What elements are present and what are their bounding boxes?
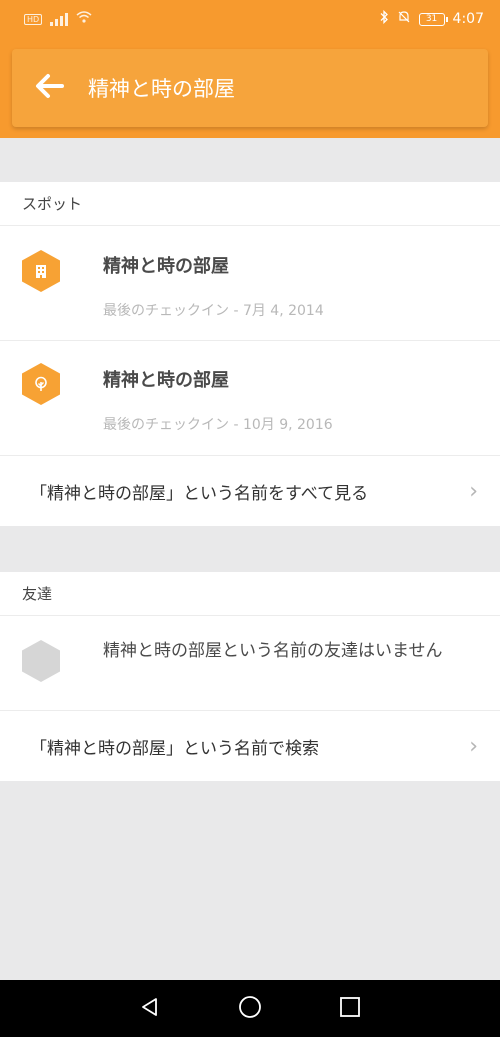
- wifi-icon: [76, 11, 92, 27]
- back-arrow-icon: [35, 73, 65, 103]
- status-right: 31 4:07: [379, 9, 484, 28]
- see-all-spots-label: 「精神と時の部屋」という名前をすべて見る: [30, 483, 369, 504]
- bluetooth-icon: [379, 9, 389, 28]
- back-triangle-icon[interactable]: [139, 996, 161, 1022]
- navigation-bar: [0, 980, 500, 1037]
- search-by-name-label: 「精神と時の部屋」という名前で検索: [30, 738, 319, 759]
- status-left: HD: [24, 11, 92, 27]
- spot-item[interactable]: 精神と時の部屋 最後のチェックイン - 10月 9, 2016: [0, 341, 500, 456]
- friends-empty-message: 精神と時の部屋という名前の友達はいません: [103, 641, 443, 661]
- friends-empty-row: 精神と時の部屋という名前の友達はいません: [0, 616, 500, 711]
- friend-placeholder-icon: [22, 640, 60, 682]
- spot-name: 精神と時の部屋: [103, 370, 229, 391]
- hd-icon: HD: [24, 13, 43, 25]
- friends-section: 友達 精神と時の部屋という名前の友達はいません 「精神と時の部屋」という名前で検…: [0, 572, 500, 781]
- back-button[interactable]: [12, 49, 88, 127]
- mute-bell-icon: [397, 10, 411, 28]
- toolbar: 精神と時の部屋: [12, 49, 488, 127]
- tree-icon: [22, 363, 60, 405]
- building-icon: [22, 250, 60, 292]
- chevron-right-icon: ›: [469, 478, 478, 504]
- friends-section-header: 友達: [0, 572, 500, 616]
- battery-icon: 31: [418, 12, 448, 26]
- status-bar: HD 31 4:07: [0, 0, 500, 38]
- spot-last-checkin: 最後のチェックイン - 10月 9, 2016: [103, 417, 333, 433]
- spot-name: 精神と時の部屋: [103, 256, 229, 277]
- see-all-spots-link[interactable]: 「精神と時の部屋」という名前をすべて見る ›: [0, 456, 500, 526]
- chevron-right-icon: ›: [469, 733, 478, 759]
- signal-icon: [50, 12, 69, 26]
- clock-time: 4:07: [452, 11, 484, 27]
- spots-section: スポット 精神と時の部屋 最後のチェックイン - 7月 4, 2014 精神と時…: [0, 182, 500, 526]
- home-circle-icon[interactable]: [238, 995, 262, 1023]
- recent-apps-square-icon[interactable]: [339, 996, 361, 1022]
- search-by-name-link[interactable]: 「精神と時の部屋」という名前で検索 ›: [0, 711, 500, 781]
- page-title: 精神と時の部屋: [88, 77, 235, 101]
- spot-item[interactable]: 精神と時の部屋 最後のチェックイン - 7月 4, 2014: [0, 226, 500, 341]
- spot-last-checkin: 最後のチェックイン - 7月 4, 2014: [103, 303, 324, 319]
- spots-section-header: スポット: [0, 182, 500, 226]
